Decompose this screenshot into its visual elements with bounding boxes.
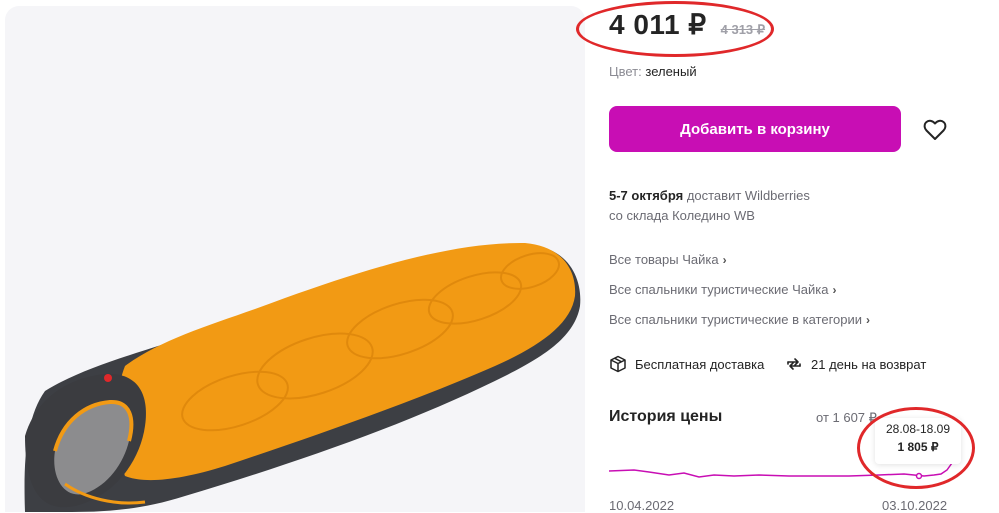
- delivery-info: 5-7 октября доставит Wildberries со скла…: [609, 186, 810, 226]
- price-annotation-ellipse: [576, 1, 774, 57]
- chart-end-date: 03.10.2022: [882, 498, 948, 513]
- color-value: зеленый: [645, 64, 697, 79]
- color-row: Цвет: зеленый: [609, 64, 697, 79]
- box-icon: [610, 355, 626, 373]
- chevron-right-icon: ›: [722, 252, 727, 267]
- return-text: 21 день на возврат: [811, 356, 927, 372]
- sleeping-bag-image: [24, 242, 581, 512]
- delivery-by: доставит Wildberries: [686, 188, 810, 203]
- return-feature: 21 день на возврат: [785, 355, 926, 373]
- add-to-cart-button[interactable]: Добавить в корзину: [609, 106, 901, 152]
- free-delivery-feature: Бесплатная доставка: [609, 355, 764, 373]
- chart-start-date: 10.04.2022: [609, 498, 675, 513]
- product-image[interactable]: [5, 6, 585, 512]
- return-arrows-icon: [787, 358, 801, 370]
- chevron-right-icon: ›: [832, 282, 837, 297]
- chevron-right-icon: ›: [866, 312, 871, 327]
- price-history-title: История цены: [609, 408, 723, 425]
- link-brand-products[interactable]: Все товары Чайка ›: [609, 252, 727, 267]
- link-category-sleeping-bags[interactable]: Все спальники туристические в категории ›: [609, 312, 870, 327]
- delivery-dates: 5-7 октября: [609, 188, 684, 203]
- link-label: Все спальники туристические в категории: [609, 312, 863, 327]
- link-label: Все спальники туристические Чайка: [609, 282, 829, 297]
- link-label: Все товары Чайка: [609, 252, 719, 267]
- tooltip-annotation-ellipse: [857, 407, 975, 489]
- color-label: Цвет:: [609, 64, 642, 79]
- delivery-warehouse: со склада Коледино WB: [609, 208, 755, 223]
- heart-icon: [923, 119, 947, 140]
- link-brand-sleeping-bags[interactable]: Все спальники туристические Чайка ›: [609, 282, 836, 297]
- free-delivery-text: Бесплатная доставка: [635, 356, 765, 372]
- favorite-button[interactable]: [919, 114, 951, 146]
